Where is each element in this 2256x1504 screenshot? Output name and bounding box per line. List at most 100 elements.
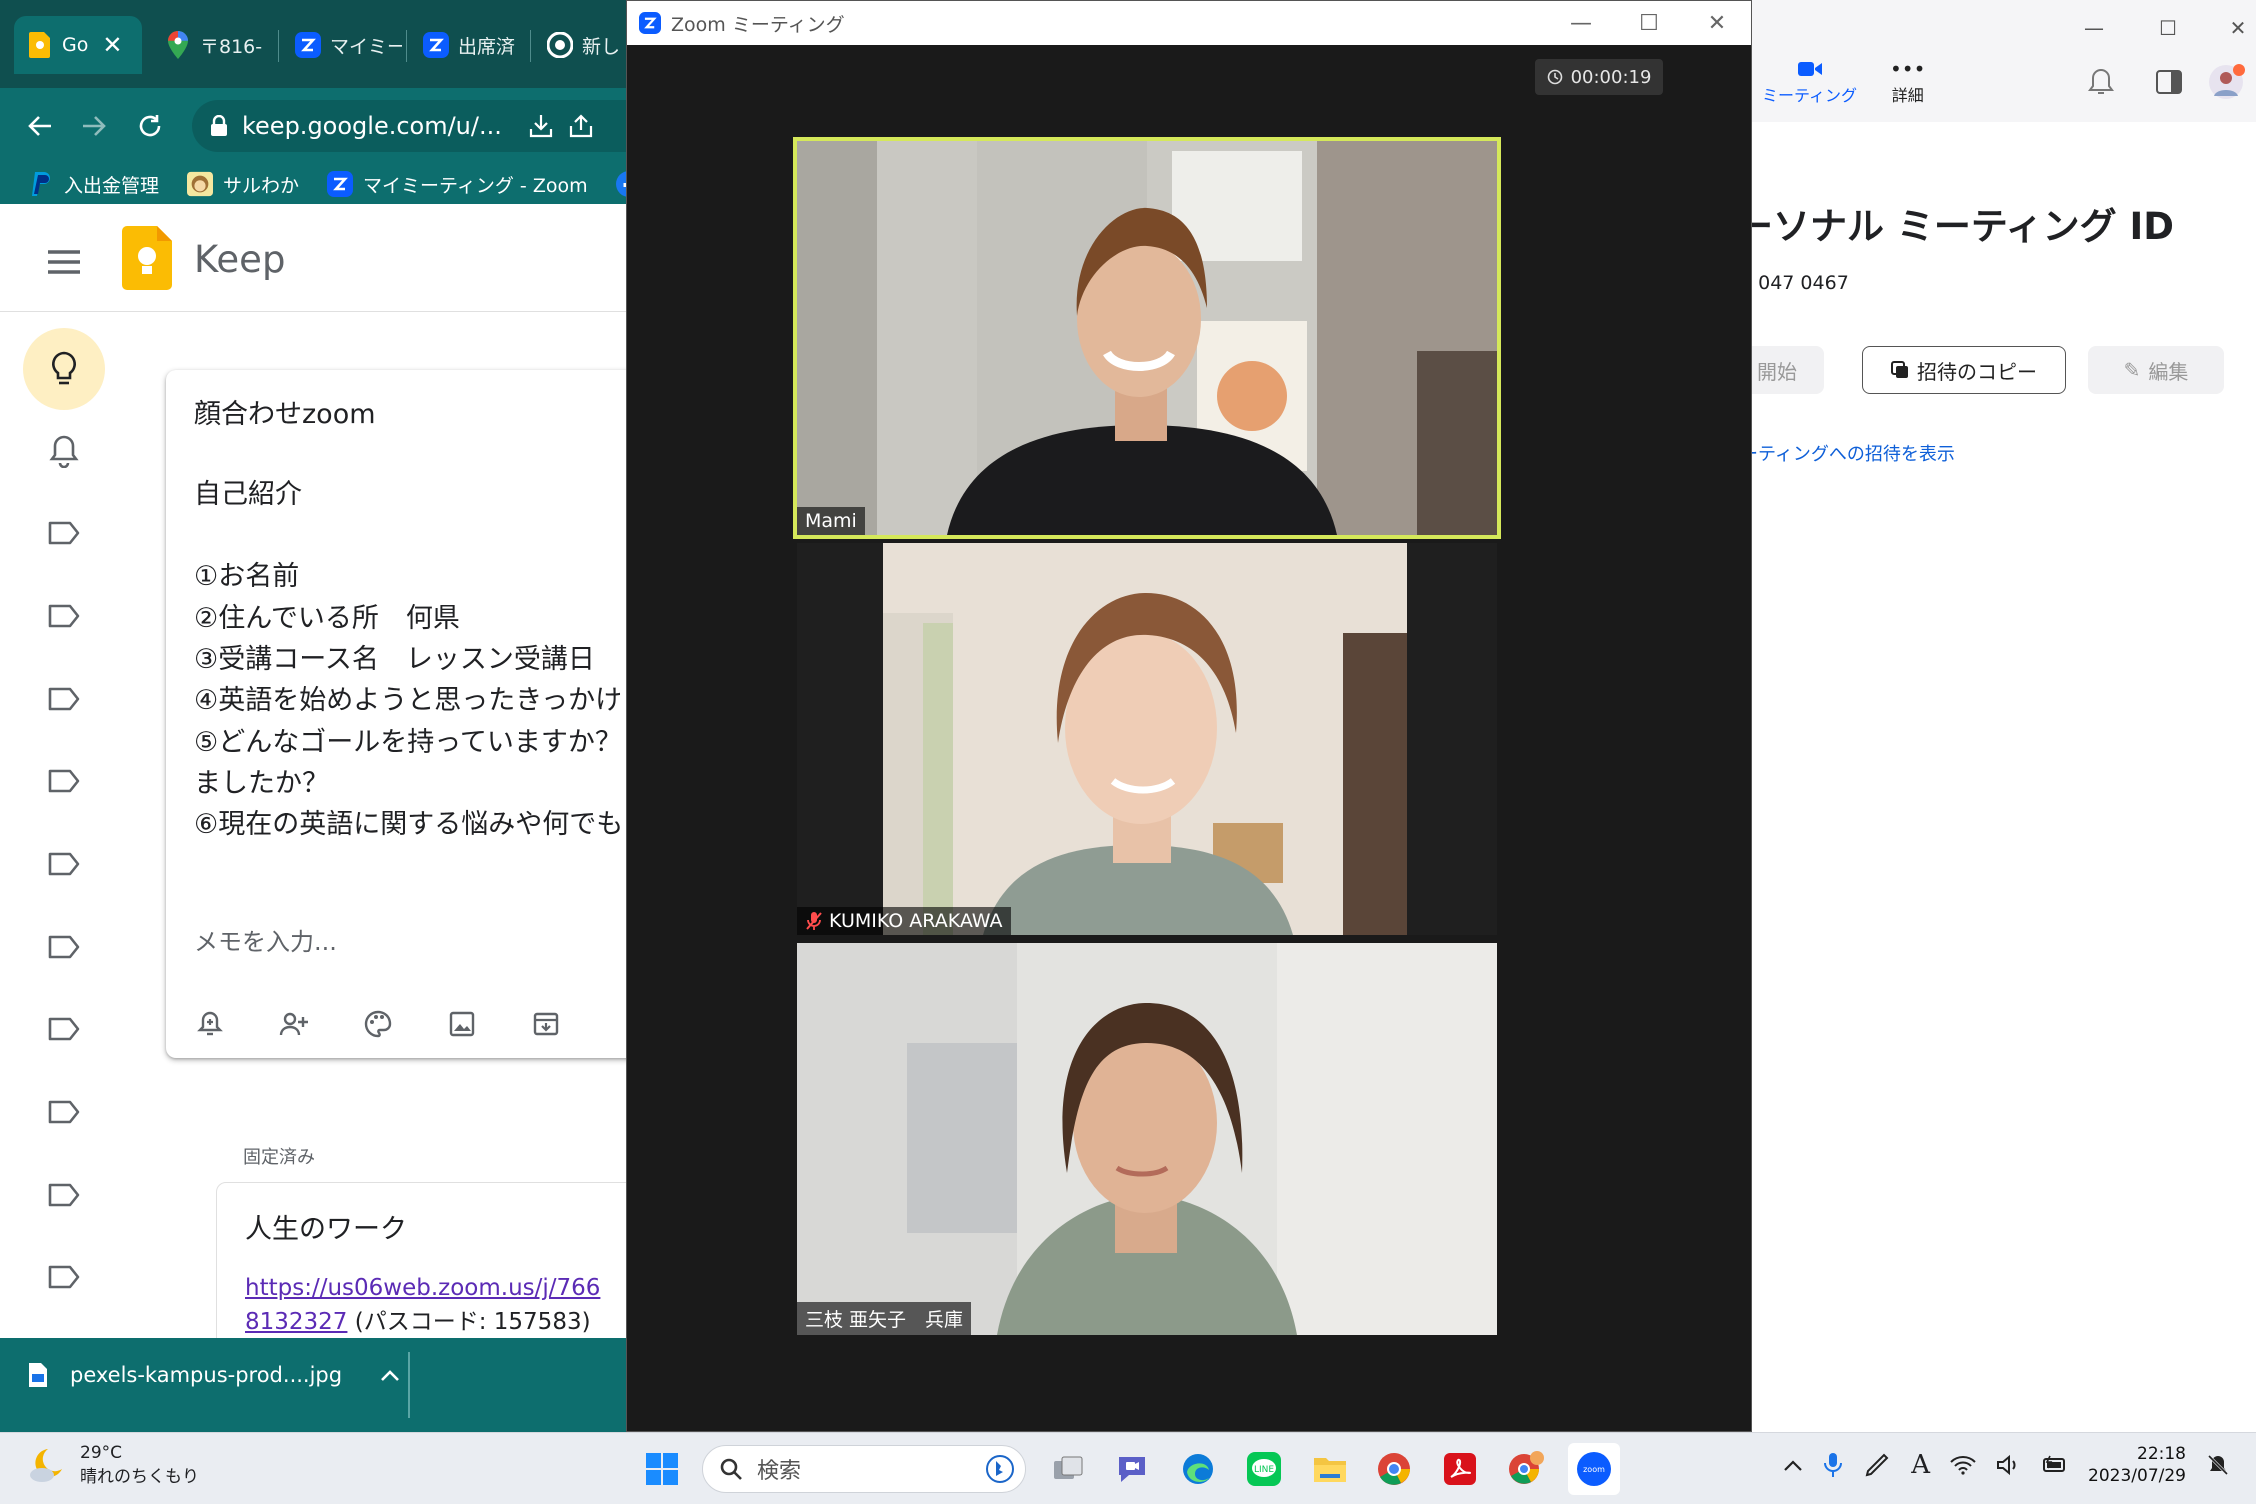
- sidebar-item-label-8[interactable]: [23, 1071, 105, 1153]
- archive-icon[interactable]: [522, 1000, 570, 1048]
- weather-widget[interactable]: 29°C 晴れのちくもり: [26, 1441, 199, 1489]
- maximize-icon[interactable]: ☐: [2148, 10, 2188, 46]
- tab-zoom-my-meeting[interactable]: マイミーテ: [282, 16, 402, 74]
- reload-icon[interactable]: [126, 102, 174, 150]
- tab-zoom-attended[interactable]: 出席済: [410, 16, 526, 74]
- zoom-meeting-link[interactable]: https://us06web.zoom.us/j/766: [245, 1275, 600, 1301]
- tab-label: ミーティング: [1762, 86, 1858, 105]
- url-text: keep.google.com/u/...: [242, 112, 502, 140]
- line-app-icon[interactable]: LINE: [1238, 1443, 1290, 1495]
- tab-google-maps[interactable]: 〒816-: [152, 16, 272, 74]
- note-line[interactable]: ③受講コース名 レッスン受講日: [194, 637, 595, 676]
- windows-start-icon[interactable]: [636, 1443, 688, 1495]
- bookmark-paypal[interactable]: 入出金管理: [28, 171, 159, 198]
- edit-button[interactable]: ✎ 編集: [2088, 346, 2224, 394]
- note-editor[interactable]: 顔合わせzoom 自己紹介 ①お名前 ②住んでいる所 何県 ③受講コース名 レッ…: [166, 370, 640, 1058]
- taskbar-search-box[interactable]: 検索: [702, 1445, 1026, 1493]
- meeting-window-title: Zoom ミーティング: [671, 13, 845, 36]
- palette-icon[interactable]: [354, 1000, 402, 1048]
- sidebar-item-label-10[interactable]: [23, 1236, 105, 1318]
- file-explorer-icon[interactable]: [1304, 1443, 1356, 1495]
- close-icon[interactable]: ✕: [1683, 1, 1751, 45]
- microphone-icon[interactable]: [1823, 1451, 1843, 1479]
- collaborator-icon[interactable]: [270, 1000, 318, 1048]
- close-icon[interactable]: ✕: [2218, 10, 2256, 46]
- maximize-icon[interactable]: ☐: [1615, 1, 1683, 45]
- sidebar-item-reminders[interactable]: [23, 410, 105, 492]
- taskbar-clock[interactable]: 22:18 2023/07/29: [2088, 1443, 2186, 1487]
- sidebar-item-notes[interactable]: [23, 328, 105, 410]
- chrome-profile-icon[interactable]: [1500, 1443, 1552, 1495]
- copy-invitation-label: 招待のコピー: [1917, 359, 2037, 384]
- tab-more[interactable]: ••• 詳細: [1890, 59, 1925, 106]
- tab-new-tab[interactable]: 新し: [534, 16, 640, 74]
- video-tile-participant-3[interactable]: 三枝 亜矢子 兵庫: [797, 943, 1497, 1335]
- teams-chat-icon[interactable]: [1106, 1443, 1158, 1495]
- note-line[interactable]: ⑥現在の英語に関する悩みや何でも: [194, 802, 623, 841]
- zoom-taskbar-icon[interactable]: zoom: [1568, 1443, 1620, 1495]
- download-item[interactable]: pexels-kampus-prod....jpg: [28, 1362, 400, 1388]
- ime-mode-icon[interactable]: A: [1911, 1450, 1930, 1480]
- sidebar-item-label-9[interactable]: [23, 1154, 105, 1236]
- note-title[interactable]: 顔合わせzoom: [194, 392, 376, 431]
- note-line[interactable]: ましたか？: [194, 761, 329, 800]
- minimize-icon[interactable]: —: [1547, 1, 1615, 45]
- note-line[interactable]: ①お名前: [194, 554, 299, 593]
- tab-close-icon[interactable]: ✕: [102, 31, 122, 59]
- panel-toggle-icon[interactable]: [2156, 70, 2182, 94]
- bookmark-saruwaka[interactable]: サルわか: [187, 171, 299, 198]
- label-icon: [47, 768, 81, 794]
- tab-google-keep[interactable]: Go ✕: [14, 16, 142, 74]
- copy-invitation-button[interactable]: 招待のコピー: [1862, 346, 2066, 394]
- sidebar-item-label-5[interactable]: [23, 823, 105, 905]
- passcode-text: (パスコード: 157583): [347, 1309, 591, 1335]
- bookmark-zoom-my-meeting[interactable]: マイミーティング - Zoom: [327, 171, 588, 198]
- install-icon[interactable]: [528, 113, 554, 139]
- note-line[interactable]: ⑤どんなゴールを持っていますか？: [194, 720, 622, 759]
- meeting-title-bar: Zoom ミーティング — ☐ ✕: [627, 1, 1751, 45]
- pen-icon[interactable]: [1863, 1451, 1891, 1479]
- note-line[interactable]: 自己紹介: [194, 472, 302, 511]
- avatar[interactable]: [2206, 62, 2246, 102]
- zoom-meeting-link-continued[interactable]: 8132327: [245, 1309, 347, 1335]
- task-view-icon[interactable]: [1042, 1443, 1094, 1495]
- show-invitation-link[interactable]: ーティングへの招待を表示: [1740, 440, 1955, 466]
- sidebar-item-label-3[interactable]: [23, 658, 105, 740]
- chrome-toolbar: keep.google.com/u/...: [0, 88, 640, 164]
- image-icon[interactable]: [438, 1000, 486, 1048]
- wifi-icon[interactable]: [1950, 1455, 1976, 1475]
- video-tile-participant-1[interactable]: Mami: [793, 137, 1501, 539]
- sidebar-item-label-7[interactable]: [23, 988, 105, 1070]
- sidebar-item-label-2[interactable]: [23, 575, 105, 657]
- video-camera-icon: [1797, 60, 1823, 78]
- chrome-icon[interactable]: [1368, 1443, 1420, 1495]
- note-body-input[interactable]: メモを入力...: [194, 922, 337, 957]
- battery-icon[interactable]: [2040, 1455, 2068, 1475]
- share-icon[interactable]: [568, 113, 594, 139]
- volume-icon[interactable]: [1996, 1454, 2020, 1476]
- chevron-up-icon[interactable]: [380, 1368, 400, 1382]
- personal-meeting-id-value: 3 047 0467: [1740, 272, 1849, 294]
- notification-bell-icon[interactable]: [2088, 68, 2114, 96]
- back-arrow-icon[interactable]: [16, 102, 64, 150]
- forward-arrow-icon[interactable]: [70, 102, 118, 150]
- download-filename: pexels-kampus-prod....jpg: [70, 1363, 343, 1387]
- remind-me-icon[interactable]: [186, 1000, 234, 1048]
- sidebar-item-label-1[interactable]: [23, 492, 105, 574]
- system-tray: A 22:18 2023/07/29: [1783, 1443, 2230, 1487]
- sidebar-item-label-6[interactable]: [23, 906, 105, 988]
- address-bar[interactable]: keep.google.com/u/...: [192, 100, 640, 152]
- main-menu-icon[interactable]: [40, 238, 88, 286]
- note-line[interactable]: ②住んでいる所 何県: [194, 596, 460, 635]
- adobe-acrobat-icon[interactable]: [1434, 1443, 1486, 1495]
- start-button[interactable]: 開始: [1740, 346, 1824, 394]
- edge-browser-icon[interactable]: [1172, 1443, 1224, 1495]
- minimize-icon[interactable]: —: [2074, 10, 2114, 46]
- notification-icon[interactable]: [2206, 1453, 2230, 1477]
- note-line[interactable]: ④英語を始めようと思ったきっかけ: [194, 678, 622, 717]
- participant-3-video: [797, 943, 1497, 1335]
- chevron-up-icon[interactable]: [1783, 1458, 1803, 1472]
- sidebar-item-label-4[interactable]: [23, 740, 105, 822]
- video-tile-participant-2[interactable]: KUMIKO ARAKAWA: [797, 543, 1497, 935]
- tab-meetings[interactable]: ミーティング: [1762, 60, 1857, 106]
